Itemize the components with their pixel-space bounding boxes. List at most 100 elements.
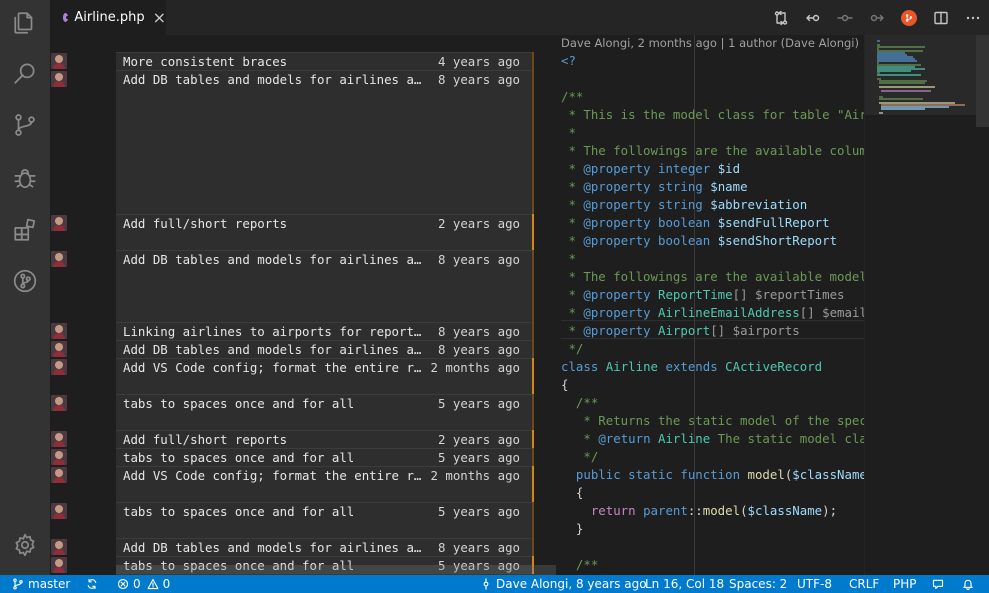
notifications-bell-icon[interactable] xyxy=(962,575,978,593)
code-text[interactable]: /** xyxy=(561,394,598,412)
minimap[interactable] xyxy=(864,35,977,575)
editor-line[interactable]: 21 * Returns the static model of the spe… xyxy=(50,412,989,430)
code-text[interactable]: * @property integer $id xyxy=(561,160,740,178)
close-icon[interactable]: × xyxy=(153,9,166,26)
editor-line[interactable]: 18Add VS Code config; format the entire … xyxy=(50,358,989,376)
go-forward-icon[interactable] xyxy=(861,0,893,35)
editor-line[interactable]: 4 * This is the model class for table "A… xyxy=(50,106,989,124)
editor-line[interactable]: 11 * @property boolean $sendShortReport xyxy=(50,232,989,250)
code-text[interactable]: return parent::model($className); xyxy=(561,502,837,520)
split-editor-icon[interactable] xyxy=(925,0,957,35)
editor-line[interactable]: 23tabs to spaces once and for all5 years… xyxy=(50,448,989,466)
editor-line[interactable]: 9 * @property string $abbreviation xyxy=(50,196,989,214)
code-text[interactable]: * xyxy=(561,124,575,142)
blame-annotation[interactable]: Add DB tables and models for airlines a…… xyxy=(116,70,534,88)
editor-line[interactable]: 7 * @property integer $id xyxy=(50,160,989,178)
indentation[interactable]: Spaces: 2 xyxy=(729,575,787,593)
vertical-scrollbar[interactable] xyxy=(976,35,989,575)
scrollbar-thumb[interactable] xyxy=(976,35,989,127)
go-back-icon[interactable] xyxy=(797,0,829,35)
open-changes-icon[interactable] xyxy=(765,0,797,35)
blame-annotation[interactable]: Add VS Code config; format the entire r…… xyxy=(116,466,534,484)
blame-annotation[interactable]: Add full/short reports 2 years ago xyxy=(116,214,534,232)
editor-line[interactable]: 12Add DB tables and models for airlines … xyxy=(50,250,989,268)
editor-line[interactable]: 13 * The followings are the available mo… xyxy=(50,268,989,286)
editor-line[interactable]: 14 * @property ReportTime[] $reportTimes xyxy=(50,286,989,304)
code-text[interactable]: * The followings are the available colum… xyxy=(561,142,874,160)
blame-annotation[interactable]: tabs to spaces once and for all 5 years a… xyxy=(116,502,534,520)
editor-line[interactable]: 25 { xyxy=(50,484,989,502)
editor-line[interactable]: 16Linking airlines to airports for repor… xyxy=(50,322,989,340)
editor-line[interactable]: 22Add full/short reports2 years ago * @r… xyxy=(50,430,989,448)
code-text[interactable]: { xyxy=(561,376,568,394)
explorer-icon[interactable] xyxy=(0,0,50,46)
code-text[interactable]: * The followings are the available model xyxy=(561,268,866,286)
editor-line[interactable]: 20tabs to spaces once and for all5 years… xyxy=(50,394,989,412)
code-text[interactable]: * This is the model class for table "Air… xyxy=(561,106,874,124)
editor-line[interactable]: 27 } xyxy=(50,520,989,538)
cursor-position[interactable]: Ln 16, Col 18 xyxy=(645,575,724,593)
blame-annotation[interactable]: Add full/short reports 2 years ago xyxy=(116,430,534,448)
blame-status[interactable]: Dave Alongi, 8 years ago xyxy=(480,575,647,593)
blame-annotation[interactable]: Add DB tables and models for airlines a…… xyxy=(116,538,534,556)
editor-text-area[interactable]: 1More consistent braces4 years ago<?2Add… xyxy=(50,52,989,575)
code-text[interactable]: */ xyxy=(561,448,598,466)
code-text[interactable]: public static function model($className … xyxy=(561,466,882,484)
code-text[interactable]: /** xyxy=(561,88,583,106)
settings-gear-icon[interactable] xyxy=(0,522,50,568)
encoding[interactable]: UTF-8 xyxy=(797,575,832,593)
editor-line[interactable]: 3/** xyxy=(50,88,989,106)
blame-annotation[interactable]: Add DB tables and models for airlines a…… xyxy=(116,250,534,268)
timeline-icon[interactable] xyxy=(829,0,861,35)
blame-annotation[interactable]: tabs to spaces once and for all 5 years a… xyxy=(116,448,534,466)
code-text[interactable]: /** xyxy=(561,556,598,574)
blame-annotation[interactable]: tabs to spaces once and for all 5 years a… xyxy=(116,394,534,412)
editor-line[interactable]: 26tabs to spaces once and for all5 years… xyxy=(50,502,989,520)
editor-line[interactable]: 2Add DB tables and models for airlines a… xyxy=(50,70,989,88)
branch-indicator[interactable]: master xyxy=(12,575,70,593)
tab-airline-php[interactable]: Airline.php × xyxy=(50,0,166,35)
language-mode[interactable]: PHP xyxy=(893,575,917,593)
code-text[interactable]: * @return Airline The static model clas xyxy=(561,430,874,448)
horizontal-scrollbar[interactable] xyxy=(116,565,556,575)
code-text[interactable]: * Returns the static model of the speci xyxy=(561,412,874,430)
editor-line[interactable]: 19{ xyxy=(50,376,989,394)
code-text[interactable]: * xyxy=(561,250,575,268)
more-actions-icon[interactable] xyxy=(957,0,989,35)
git-graph-icon[interactable] xyxy=(0,258,50,304)
editor-line[interactable]: 5 * xyxy=(50,124,989,142)
blame-annotation[interactable]: Add DB tables and models for airlines a…… xyxy=(116,340,534,358)
code-text[interactable]: <? xyxy=(561,52,576,70)
line-ending[interactable]: CRLF xyxy=(849,575,879,593)
editor-line[interactable]: 15 * @property AirlineEmailAddress[] $em… xyxy=(50,304,989,322)
code-text[interactable]: * @property Airport[] $airports xyxy=(561,322,799,340)
blame-header-codelens[interactable]: Dave Alongi, 2 months ago | 1 author (Da… xyxy=(561,35,859,52)
editor-line[interactable]: 10Add full/short reports2 years ago * @p… xyxy=(50,214,989,232)
blame-annotation[interactable]: Linking airlines to airports for report…… xyxy=(116,322,534,340)
code-text[interactable]: * @property string $abbreviation xyxy=(561,196,807,214)
editor-line[interactable]: 17Add DB tables and models for airlines … xyxy=(50,340,989,358)
editor-line[interactable]: 1More consistent braces4 years ago<? xyxy=(50,52,989,70)
editor-line[interactable]: 24Add VS Code config; format the entire … xyxy=(50,466,989,484)
code-text[interactable]: * @property ReportTime[] $reportTimes xyxy=(561,286,844,304)
code-text[interactable]: { xyxy=(561,484,583,502)
gitlens-icon[interactable] xyxy=(893,0,925,35)
extensions-icon[interactable] xyxy=(0,207,50,253)
editor-line[interactable]: 6 * The followings are the available col… xyxy=(50,142,989,160)
problems-indicator[interactable]: 0 0 xyxy=(117,575,170,593)
code-text[interactable]: * @property AirlineEmailAddress[] $email… xyxy=(561,304,874,322)
code-text[interactable]: * @property boolean $sendFullReport xyxy=(561,214,829,232)
search-icon[interactable] xyxy=(0,50,50,96)
blame-annotation[interactable]: Add VS Code config; format the entire r…… xyxy=(116,358,534,376)
blame-annotation[interactable]: More consistent braces 4 years ago xyxy=(116,52,534,70)
code-text[interactable]: * @property boolean $sendShortReport xyxy=(561,232,837,250)
debug-icon[interactable] xyxy=(0,155,50,201)
code-text[interactable]: class Airline extends CActiveRecord xyxy=(561,358,822,376)
sync-icon[interactable] xyxy=(86,575,102,593)
source-control-icon[interactable] xyxy=(0,102,50,148)
code-text[interactable]: */ xyxy=(561,340,583,358)
code-text[interactable]: } xyxy=(561,520,583,538)
code-text[interactable]: * @property string $name xyxy=(561,178,747,196)
editor-line[interactable]: 28Add DB tables and models for airlines … xyxy=(50,538,989,556)
editor-line[interactable]: 8 * @property string $name xyxy=(50,178,989,196)
